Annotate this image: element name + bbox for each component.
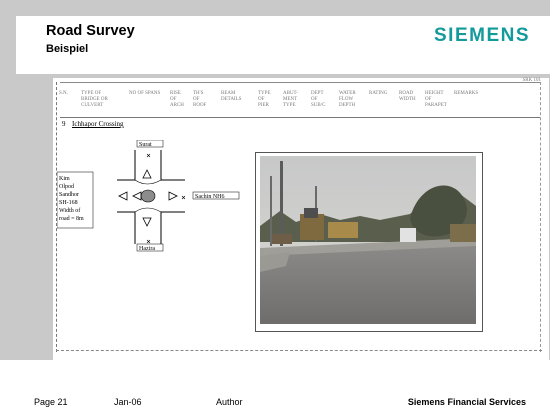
north-road-label: Surat [139,142,152,148]
column-header-arch-rise: RISE OF ARCH [170,91,184,108]
top-rule [60,78,540,83]
slide-subtitle: Beispiel [46,43,89,55]
column-header-bridge-type: TYPE OF BRIDGE OR CULVERT [81,91,108,108]
west-line-6: road = 8m [59,216,84,222]
west-line-2: Olpod [59,184,74,190]
column-header-pier: TYPE OF PIER [258,91,271,108]
siemens-logo: SIEMENS [434,25,531,46]
south-road-label: Hazira [139,246,155,252]
column-header-road-width: ROAD WIDTH [399,91,416,102]
footer-page: Page 21 [34,397,68,407]
slide-footer: Page 21 Jan-06 Author Siemens Financial … [0,360,550,412]
survey-document-scan: SRK 101 S.N. TYPE OF BRIDGE OR CULVERT N… [53,78,549,360]
slide-header: Road Survey Beispiel SIEMENS [16,16,550,74]
west-line-3: Sandhor [59,192,79,198]
crossing-name: Ichhapor Crossing [72,120,124,128]
roundabout-icon [140,189,156,203]
header-divider [60,117,540,118]
footer-company: Siemens Financial Services [407,397,526,407]
row-number: 9 [62,120,66,128]
west-line-1: Kim [59,176,70,182]
west-line-4: SH-168 [59,200,78,206]
east-road-label: Sachin NH6 [195,194,225,200]
column-header-abutment: ABUT- MENT TYPE [283,91,298,108]
road-photo [255,152,483,332]
slide-title: Road Survey [46,23,135,39]
west-line-5: Width of [59,207,80,214]
footer-author: Author [216,397,243,407]
column-header-sn: S.N. [59,91,68,96]
column-header-parapet: HEIGHT OF PARAPET [425,91,447,108]
footer-date: Jan-06 [114,397,142,407]
column-header-spans: NO OF SPANS [129,91,161,96]
column-header-roof: TH'S OF ROOF [193,91,207,108]
road-photo-image [260,156,476,324]
crossing-sketch: Surat Sachin NH6 Hazira Kim Olpod Sandho… [57,140,240,252]
page-reference: SRK 101 [522,78,541,83]
bottom-rule [56,350,542,351]
right-margin-line [540,82,541,352]
column-header-remarks: REMARKS [454,91,479,96]
column-header-water: WATER FLOW DEPTH [339,91,356,108]
column-header-subc: DEPT OF SUB/C [311,91,326,108]
column-header-rating: RATING [369,91,388,96]
column-header-beam: BEAM DETAILS [221,91,242,102]
